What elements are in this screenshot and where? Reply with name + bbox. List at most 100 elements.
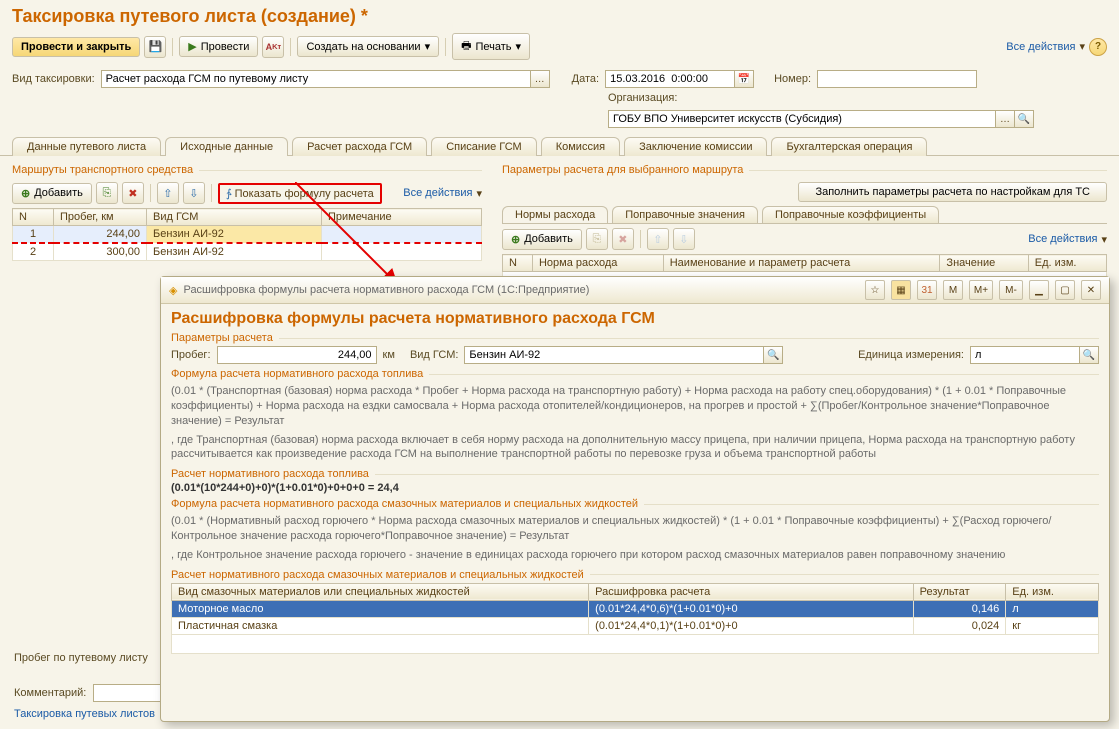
col-header[interactable]: Примечание (322, 209, 482, 226)
kr-icon[interactable]: AKт (262, 36, 284, 58)
col-header[interactable]: Ед. изм. (1028, 255, 1106, 272)
table-row[interactable]: 1244,00Бензин АИ-92 (13, 226, 482, 244)
tab-0[interactable]: Данные путевого листа (12, 137, 161, 156)
add-norm-button[interactable]: ⊕ Добавить (502, 229, 582, 250)
plus-icon: ⊕ (511, 233, 520, 246)
p-unit-label: Единица измерения: (858, 349, 964, 361)
grid-icon[interactable]: ▦ (891, 280, 911, 300)
inner-tab-2[interactable]: Поправочные коэффициенты (762, 206, 939, 223)
fuel-formula-note: , где Транспортная (базовая) норма расхо… (171, 431, 1099, 465)
move-up-icon[interactable]: ⇧ (157, 182, 179, 204)
sec-params: Параметры расчета (171, 332, 273, 344)
taks-type-label: Вид таксировки: (12, 73, 95, 85)
select-icon[interactable]: … (996, 110, 1015, 128)
all-actions-link[interactable]: Все действия (403, 187, 472, 199)
date-input[interactable] (605, 70, 735, 88)
close-icon[interactable]: ✕ (1081, 280, 1101, 300)
printer-icon: 🖶 (461, 37, 471, 56)
routes-group-title: Маршруты транспортного средства (12, 164, 193, 176)
p-fuel-input[interactable] (464, 346, 764, 364)
copy-icon[interactable]: ⎘ (96, 182, 118, 204)
taks-lists-link[interactable]: Таксировка путевых листов (14, 708, 155, 720)
search-icon[interactable]: 🔍 (764, 346, 783, 364)
m-plus-button[interactable]: M+ (969, 280, 993, 300)
org-input[interactable] (608, 110, 996, 128)
table-row[interactable]: 2300,00Бензин АИ-92 (13, 243, 482, 261)
add-row-button[interactable]: ⊕ Добавить (12, 183, 92, 204)
create-based-on-button[interactable]: Создать на основании ▾ (297, 36, 439, 57)
tab-4[interactable]: Комиссия (541, 137, 620, 156)
main-toolbar: Провести и закрыть 💾 ▶ Провести AKт Созд… (0, 29, 1119, 68)
delete-icon[interactable]: ✖ (612, 228, 634, 250)
move-up-icon[interactable]: ⇧ (647, 228, 669, 250)
post-icon: ▶ (188, 40, 196, 53)
lubricants-table[interactable]: Вид смазочных материалов или специальных… (171, 583, 1099, 654)
chevron-down-icon: ▾ (476, 187, 482, 200)
inner-tab-0[interactable]: Нормы расхода (502, 206, 608, 223)
col-header[interactable]: Расшифровка расчета (589, 583, 913, 600)
post-button[interactable]: ▶ Провести (179, 36, 258, 57)
m-button[interactable]: M (943, 280, 963, 300)
search-icon[interactable]: 🔍 (1080, 346, 1099, 364)
p-mileage-input[interactable] (217, 346, 377, 364)
minimize-icon[interactable]: ▁ (1029, 280, 1049, 300)
date-label: Дата: (572, 73, 599, 85)
popup-title: Расшифровка формулы расчета нормативного… (171, 310, 1099, 328)
fill-params-button[interactable]: Заполнить параметры расчета по настройка… (798, 182, 1107, 202)
popup-window-title: Расшифровка формулы расчета нормативного… (183, 284, 859, 296)
tab-2[interactable]: Расчет расхода ГСМ (292, 137, 427, 156)
p-unit-input[interactable] (970, 346, 1080, 364)
comment-label: Комментарий: (14, 687, 86, 699)
page-title: Таксировка путевого листа (создание) * (0, 0, 1119, 29)
inner-tab-1[interactable]: Поправочные значения (612, 206, 758, 223)
m-minus-button[interactable]: M- (999, 280, 1023, 300)
tab-5[interactable]: Заключение комиссии (624, 137, 767, 156)
show-formula-button[interactable]: ∱ Показать формулу расчета (218, 183, 382, 204)
lub-formula-text: (0.01 * (Нормативный расход горючего * Н… (171, 512, 1099, 546)
help-icon[interactable]: ? (1089, 38, 1107, 56)
mileage-by-sheet-label: Пробег по путевому листу (14, 652, 148, 664)
move-down-icon[interactable]: ⇩ (673, 228, 695, 250)
copy-icon[interactable]: ⎘ (586, 228, 608, 250)
print-button[interactable]: 🖶 Печать ▾ (452, 33, 530, 60)
taks-type-input[interactable] (101, 70, 531, 88)
table-row[interactable]: Пластичная смазка(0.01*24,4*0,1)*(1+0.01… (172, 617, 1099, 634)
col-header[interactable]: Наименование и параметр расчета (663, 255, 940, 272)
p-fuel-label: Вид ГСМ: (410, 349, 458, 361)
col-header[interactable]: Ед. изм. (1006, 583, 1099, 600)
tab-3[interactable]: Списание ГСМ (431, 137, 537, 156)
tab-1[interactable]: Исходные данные (165, 137, 288, 156)
calendar-icon[interactable]: 31 (917, 280, 937, 300)
chevron-down-icon: ▾ (425, 40, 431, 53)
col-header[interactable]: Пробег, км (54, 209, 147, 226)
post-and-close-button[interactable]: Провести и закрыть (12, 37, 140, 57)
col-header[interactable]: Значение (940, 255, 1028, 272)
col-header[interactable]: Вид смазочных материалов или специальных… (172, 583, 589, 600)
select-icon[interactable]: … (531, 70, 550, 88)
save-icon[interactable]: 💾 (144, 36, 166, 58)
move-down-icon[interactable]: ⇩ (183, 182, 205, 204)
comment-input[interactable] (93, 684, 163, 702)
all-actions-link[interactable]: Все действия (1028, 233, 1097, 245)
table-row[interactable]: Моторное масло(0.01*24,4*0,6)*(1+0.01*0)… (172, 600, 1099, 617)
chevron-down-icon: ▾ (1079, 40, 1085, 53)
number-label: Номер: (774, 73, 811, 85)
col-header[interactable]: Результат (913, 583, 1006, 600)
search-icon[interactable]: 🔍 (1015, 110, 1034, 128)
col-header[interactable]: N (13, 209, 54, 226)
routes-table[interactable]: NПробег, кмВид ГСМПримечание 1244,00Бенз… (12, 208, 482, 261)
tab-6[interactable]: Бухгалтерская операция (771, 137, 927, 156)
fuel-formula-text: (0.01 * (Транспортная (базовая) норма ра… (171, 382, 1099, 431)
maximize-icon[interactable]: ▢ (1055, 280, 1075, 300)
calendar-icon[interactable]: 📅 (735, 70, 754, 88)
number-input[interactable] (817, 70, 977, 88)
params-group-title: Параметры расчета для выбранного маршрут… (502, 164, 743, 176)
all-actions-link[interactable]: Все действия (1006, 41, 1075, 53)
col-header[interactable]: Норма расхода (532, 255, 663, 272)
delete-icon[interactable]: ✖ (122, 182, 144, 204)
col-header[interactable]: N (503, 255, 533, 272)
col-header[interactable]: Вид ГСМ (147, 209, 322, 226)
chevron-down-icon: ▾ (1101, 233, 1107, 246)
fav-icon[interactable]: ☆ (865, 280, 885, 300)
sec-fuel-formula: Формула расчета нормативного расхода топ… (171, 368, 423, 380)
